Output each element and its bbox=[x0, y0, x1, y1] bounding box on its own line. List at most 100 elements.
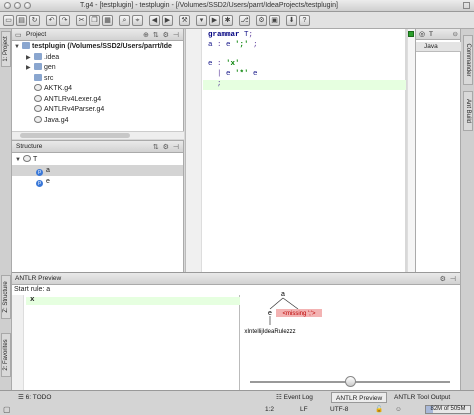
expand-arrow-icon[interactable]: ▶ bbox=[26, 53, 34, 64]
antlr-file-icon bbox=[34, 84, 42, 91]
antlr-preview-title: ANTLR Preview bbox=[15, 275, 62, 282]
memory-label: 82M of 505M bbox=[430, 406, 466, 412]
zoom-slider-thumb[interactable] bbox=[345, 376, 356, 387]
run-icon[interactable]: ▶ bbox=[209, 15, 220, 26]
tree-item-src[interactable]: src bbox=[14, 73, 183, 85]
antlr-file-icon bbox=[34, 94, 42, 102]
structure-panel-title[interactable]: Structure bbox=[16, 143, 42, 150]
paste-icon[interactable]: ▦ bbox=[102, 15, 113, 26]
tab-structure[interactable]: Z: Structure bbox=[1, 275, 11, 319]
grammar-icon bbox=[23, 155, 31, 162]
debug-icon[interactable]: ✱ bbox=[222, 15, 233, 26]
antlr-preview-tools-icon[interactable]: ⚙ ⊣ bbox=[440, 275, 457, 283]
collapse-arrow-icon[interactable]: ▼ bbox=[14, 42, 22, 53]
tab-project[interactable]: 1: Project bbox=[1, 31, 11, 67]
tree-item-parser[interactable]: ANTLRv4Parser.g4 bbox=[14, 105, 183, 116]
forward-icon[interactable]: ▶ bbox=[162, 15, 173, 26]
code-token: : bbox=[212, 60, 227, 69]
parse-tree-view[interactable]: a e <missing ';'> xIntellijIdeaRulezzz bbox=[240, 285, 460, 391]
grammar-tab-icon: ◎ bbox=[419, 31, 426, 38]
structure-panel-header: Structure ⇅ ⚙ ⊣ bbox=[12, 141, 183, 153]
tree-node-missing: <missing ';'> bbox=[283, 311, 316, 317]
tree-item-aktk[interactable]: AKTK.g4 bbox=[14, 84, 183, 95]
tree-item-idea[interactable]: ▶ .idea bbox=[14, 52, 183, 64]
cut-icon[interactable]: ✂ bbox=[76, 15, 87, 26]
tab-antlr-preview[interactable]: ANTLR Preview bbox=[331, 392, 388, 403]
right-side-panel: ◎ T ⊖ Java bbox=[415, 29, 461, 272]
memory-indicator[interactable]: 82M of 505M bbox=[425, 405, 471, 414]
open-folder-icon[interactable]: ▭ bbox=[3, 15, 14, 26]
preview-input-editor[interactable]: x bbox=[12, 295, 240, 391]
code-token: ; bbox=[208, 80, 222, 88]
undo-icon[interactable]: ↶ bbox=[46, 15, 57, 26]
inspector-icon[interactable]: ☺ bbox=[395, 404, 402, 415]
back-icon[interactable]: ◀ bbox=[149, 15, 160, 26]
no-errors-marker-icon[interactable] bbox=[408, 31, 414, 37]
tree-edge bbox=[269, 297, 284, 310]
close-icon[interactable]: ⊖ bbox=[453, 30, 458, 38]
vcs-icon[interactable]: ⎇ bbox=[239, 15, 250, 26]
expand-arrow-icon[interactable]: ▶ bbox=[26, 63, 34, 74]
code-line: grammar T; bbox=[208, 31, 253, 40]
code-line: | e '*' e bbox=[208, 70, 258, 79]
fullscreen-icon[interactable] bbox=[463, 2, 470, 9]
save-icon[interactable]: ▤ bbox=[16, 15, 27, 26]
close-window-button[interactable] bbox=[4, 2, 11, 9]
tab-todo-label: 6: TODO bbox=[25, 394, 52, 401]
project-hscrollbar[interactable] bbox=[12, 131, 184, 139]
structure-rule-e[interactable]: pe bbox=[12, 176, 183, 187]
structure-rule-a[interactable]: pa bbox=[12, 165, 183, 176]
tree-item-label: .idea bbox=[44, 53, 60, 61]
code-token: : bbox=[212, 40, 227, 49]
tool-windows-icon[interactable]: ▢ bbox=[3, 404, 11, 415]
code-token: ; bbox=[248, 31, 254, 39]
tab-t[interactable]: T bbox=[429, 31, 433, 38]
tree-item-lexer[interactable]: ANTLRv4Lexer.g4 bbox=[14, 94, 183, 106]
minimize-window-button[interactable] bbox=[14, 2, 21, 9]
tab-event-log[interactable]: ☷ Event Log bbox=[272, 392, 317, 403]
tree-node-leaf: xIntellijIdeaRulezzz bbox=[244, 329, 295, 335]
sync-icon[interactable]: ↻ bbox=[29, 15, 40, 26]
tab-ant-build[interactable]: Ant Build bbox=[463, 91, 473, 131]
zoom-window-button[interactable] bbox=[24, 2, 31, 9]
scroll-thumb[interactable] bbox=[20, 133, 130, 138]
preview-caret-line bbox=[26, 297, 240, 305]
make-project-icon[interactable]: ⚒ bbox=[179, 15, 190, 26]
settings-icon[interactable]: ⚙ bbox=[256, 15, 267, 26]
tab-todo[interactable]: ☰ 6: TODO bbox=[14, 392, 55, 403]
replace-icon[interactable]: ⌖ bbox=[132, 15, 143, 26]
project-panel-title[interactable]: Project bbox=[26, 31, 46, 38]
tab-java[interactable]: Java bbox=[416, 42, 461, 52]
structure-panel-tools-icon[interactable]: ⇅ ⚙ ⊣ bbox=[153, 143, 180, 151]
project-panel-tools-icon[interactable]: ⊕ ⇅ ⚙ ⊣ bbox=[143, 31, 180, 39]
code-token: '*' bbox=[230, 70, 249, 79]
tree-node-root: a bbox=[281, 291, 285, 298]
rule-label: e bbox=[46, 178, 50, 185]
editor-error-stripe[interactable] bbox=[407, 29, 415, 272]
tab-favorites[interactable]: 2: Favorites bbox=[1, 333, 11, 377]
caret-position[interactable]: 1:2 bbox=[265, 404, 274, 415]
code-editor[interactable]: grammar T; a : e ';' ; e : 'x' | e '*' e ; bbox=[185, 29, 406, 272]
sdk-manager-icon[interactable]: ⬇ bbox=[286, 15, 297, 26]
tab-event-log-label: Event Log bbox=[283, 394, 313, 401]
structure-root[interactable]: ▼ T bbox=[12, 154, 183, 165]
readonly-lock-icon[interactable]: 🔓 bbox=[375, 404, 383, 415]
help-icon[interactable]: ? bbox=[299, 15, 310, 26]
find-icon[interactable]: ⌕ bbox=[119, 15, 130, 26]
structure-root-label: T bbox=[33, 156, 38, 163]
tree-root[interactable]: ▼ testplugin (/Volumes/SSD2/Users/parrt/I… bbox=[14, 42, 183, 53]
redo-icon[interactable]: ↷ bbox=[59, 15, 70, 26]
tree-item-gen[interactable]: ▶ gen bbox=[14, 63, 183, 74]
project-view-icon: ▭ bbox=[15, 32, 22, 39]
file-encoding[interactable]: UTF-8 bbox=[330, 404, 348, 415]
line-separator[interactable]: LF bbox=[300, 404, 308, 415]
tab-commander[interactable]: Commander bbox=[463, 35, 473, 85]
tab-antlr-tool-output[interactable]: ANTLR Tool Output bbox=[390, 392, 454, 403]
copy-icon[interactable]: ❐ bbox=[89, 15, 100, 26]
tab-structure-label: Z: Structure bbox=[3, 281, 9, 313]
parse-tree-svg: a e <missing ';'> xIntellijIdeaRulezzz bbox=[244, 291, 322, 335]
project-structure-icon[interactable]: ▣ bbox=[269, 15, 280, 26]
run-config-dropdown[interactable]: ▾ bbox=[196, 15, 207, 26]
tree-item-java[interactable]: Java.g4 bbox=[14, 115, 183, 127]
status-bar: ☰ 6: TODO ☷ Event Log ANTLR Preview ANTL… bbox=[0, 390, 474, 415]
